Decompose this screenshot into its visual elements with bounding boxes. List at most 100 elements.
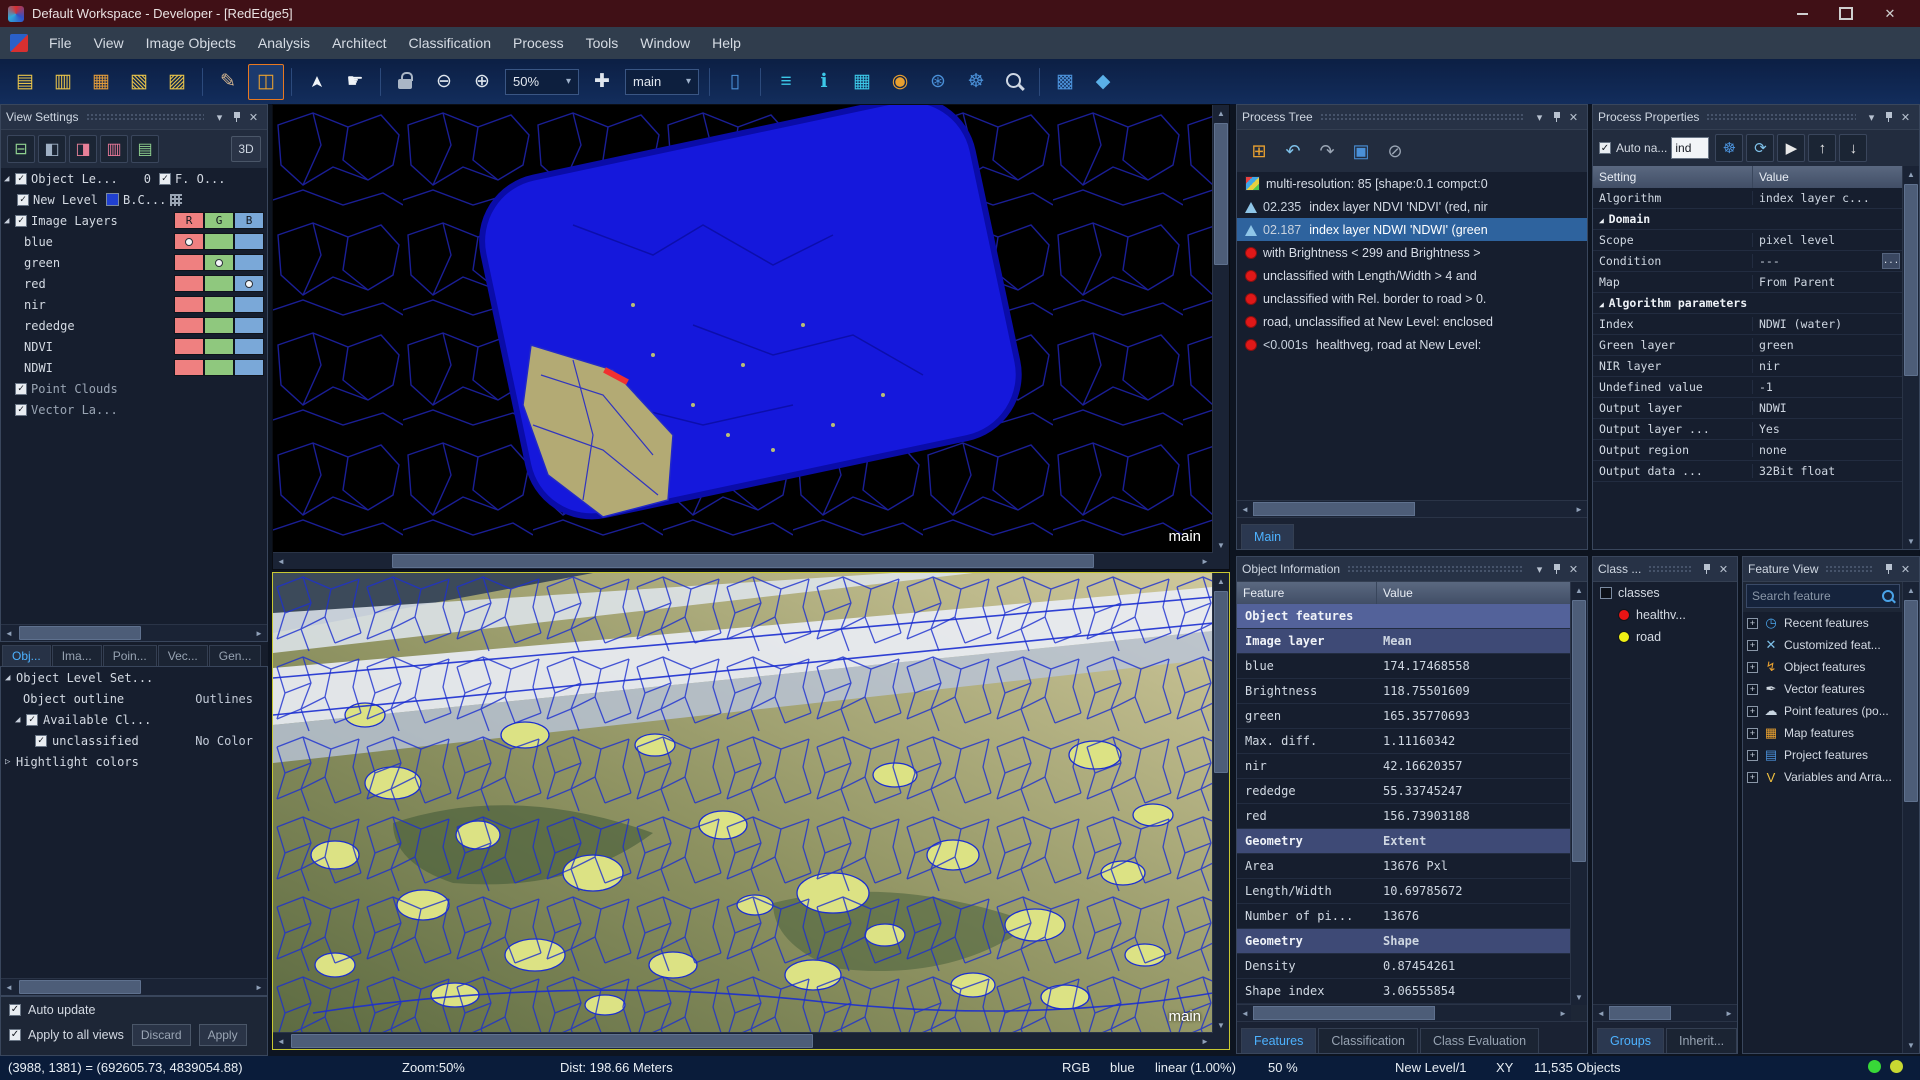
feature-group[interactable]: ▤ Project features bbox=[1743, 744, 1903, 766]
scroll-left-icon[interactable]: ◄ bbox=[1593, 1009, 1609, 1018]
feature-group[interactable]: ◷ Recent features bbox=[1743, 612, 1903, 634]
available-classes-row[interactable]: Available Cl... bbox=[1, 709, 267, 730]
image-layer-row[interactable]: red bbox=[1, 273, 267, 294]
menu-item-architect[interactable]: Architect bbox=[321, 29, 397, 57]
scroll-left-icon[interactable]: ◄ bbox=[1237, 505, 1253, 514]
object-feature-row[interactable]: red 156.73903188 bbox=[1237, 804, 1571, 829]
search-icon[interactable] bbox=[1880, 588, 1896, 604]
object-feature-row[interactable]: Geometry Shape bbox=[1237, 929, 1571, 954]
scroll-up-icon[interactable]: ▲ bbox=[1571, 582, 1587, 598]
apply-button[interactable]: Apply bbox=[199, 1024, 247, 1046]
scrollbar-thumb[interactable] bbox=[19, 980, 141, 994]
horizontal-scrollbar[interactable]: ◄ ► bbox=[1237, 500, 1587, 517]
scrollbar-thumb[interactable] bbox=[1904, 184, 1918, 376]
class-tab[interactable]: Inherit... bbox=[1666, 1028, 1737, 1053]
menu-item-tools[interactable]: Tools bbox=[575, 29, 630, 57]
scroll-down-icon[interactable]: ▼ bbox=[1903, 533, 1919, 549]
object-feature-row[interactable]: Geometry Extent bbox=[1237, 829, 1571, 854]
expand-plus-icon[interactable] bbox=[1747, 662, 1758, 673]
panel-close-icon[interactable] bbox=[245, 109, 262, 126]
map-canvas-top[interactable] bbox=[273, 105, 1213, 553]
compass-icon[interactable]: ◆ bbox=[1085, 64, 1121, 100]
expand-plus-icon[interactable] bbox=[1747, 728, 1758, 739]
scrollbar-thumb[interactable] bbox=[392, 554, 1094, 568]
info-tab[interactable]: Features bbox=[1241, 1028, 1316, 1053]
tab-main[interactable]: Main bbox=[1241, 524, 1294, 549]
image-layers-row[interactable]: Image Layers R G B bbox=[1, 210, 267, 231]
info-tab[interactable]: Classification bbox=[1318, 1028, 1418, 1053]
process-step[interactable]: with Brightness < 299 and Brightness > bbox=[1237, 241, 1587, 264]
dock-tab[interactable]: Obj... bbox=[2, 645, 51, 666]
panel-pin-icon[interactable] bbox=[1880, 109, 1897, 126]
scrollbar-thumb[interactable] bbox=[1214, 591, 1228, 773]
feature-group[interactable]: ✕ Customized feat... bbox=[1743, 634, 1903, 656]
menu-item-image-objects[interactable]: Image Objects bbox=[135, 29, 247, 57]
horizontal-scrollbar[interactable]: ◄ ► bbox=[1593, 1004, 1737, 1021]
property-row[interactable]: Undefined value -1 bbox=[1593, 377, 1903, 398]
scroll-right-icon[interactable]: ► bbox=[1197, 553, 1213, 569]
scroll-left-icon[interactable]: ◄ bbox=[1, 625, 17, 641]
property-row[interactable]: Algorithm parameters bbox=[1593, 293, 1903, 314]
feature-group[interactable]: ↯ Object features bbox=[1743, 656, 1903, 678]
vertical-scrollbar[interactable]: ▲ ▼ bbox=[1902, 582, 1919, 1053]
property-row[interactable]: Domain bbox=[1593, 209, 1903, 230]
unclassified-checkbox[interactable] bbox=[35, 735, 47, 747]
discard-button[interactable]: Discard bbox=[132, 1024, 191, 1046]
zoom-in-icon[interactable]: ⊕ bbox=[464, 64, 500, 100]
toolbar-separator[interactable] bbox=[760, 68, 761, 96]
menu-item-window[interactable]: Window bbox=[629, 29, 701, 57]
object-feature-row[interactable]: Density 0.87454261 bbox=[1237, 954, 1571, 979]
panel-pin-icon[interactable] bbox=[1880, 561, 1897, 578]
scrollbar-thumb[interactable] bbox=[1214, 123, 1228, 265]
panel-close-icon[interactable] bbox=[1897, 109, 1914, 126]
panel-close-icon[interactable] bbox=[1715, 561, 1732, 578]
scroll-down-icon[interactable]: ▼ bbox=[1903, 1037, 1919, 1053]
scroll-left-icon[interactable]: ◄ bbox=[273, 553, 289, 569]
move-down-icon[interactable]: ↓ bbox=[1839, 134, 1867, 162]
object-feature-row[interactable]: Max. diff. 1.11160342 bbox=[1237, 729, 1571, 754]
equalize-icon[interactable] bbox=[170, 194, 182, 206]
toolbar-separator[interactable] bbox=[709, 68, 710, 96]
unclassified-row[interactable]: unclassified No Color bbox=[1, 730, 267, 751]
property-row[interactable]: Index NDWI (water) bbox=[1593, 314, 1903, 335]
delete-process-icon[interactable]: ⊘ bbox=[1379, 135, 1411, 167]
object-levels-checkbox[interactable] bbox=[15, 173, 27, 185]
panel-menu-chevron-icon[interactable] bbox=[1531, 109, 1548, 126]
object-feature-row[interactable]: Number of pi... 13676 bbox=[1237, 904, 1571, 929]
toolbar-separator[interactable] bbox=[1039, 68, 1040, 96]
expand-plus-icon[interactable] bbox=[1747, 640, 1758, 651]
view-settings-icon[interactable]: ◫ bbox=[248, 64, 284, 100]
vector-layers-row[interactable]: Vector La... bbox=[1, 399, 267, 420]
available-classes-checkbox[interactable] bbox=[26, 714, 38, 726]
panel-close-icon[interactable] bbox=[1565, 561, 1582, 578]
expand-plus-icon[interactable] bbox=[1747, 772, 1758, 783]
dock-tab[interactable]: Gen... bbox=[209, 645, 262, 666]
object-feature-row[interactable]: green 165.35770693 bbox=[1237, 704, 1571, 729]
process-step[interactable]: 02.235 index layer NDVI 'NDVI' (red, nir bbox=[1237, 195, 1587, 218]
horizontal-scrollbar[interactable]: ◄ ► bbox=[1, 978, 267, 995]
expand-plus-icon[interactable] bbox=[1747, 706, 1758, 717]
scroll-up-icon[interactable]: ▲ bbox=[1213, 105, 1229, 121]
import-data-icon[interactable]: ▧ bbox=[121, 64, 157, 100]
image-layer-row[interactable]: rededge bbox=[1, 315, 267, 336]
object-feature-row[interactable]: Object features bbox=[1237, 604, 1571, 629]
image-layer-row[interactable]: blue bbox=[1, 231, 267, 252]
fo-checkbox[interactable] bbox=[159, 173, 171, 185]
zoom-window-icon[interactable] bbox=[996, 64, 1032, 100]
window-layout-icon[interactable]: ≡ bbox=[768, 64, 804, 100]
expand-plus-icon[interactable] bbox=[1747, 684, 1758, 695]
process-name-input[interactable] bbox=[1671, 137, 1709, 159]
object-feature-row[interactable]: blue 174.17468558 bbox=[1237, 654, 1571, 679]
navigate-icon[interactable]: ✚ bbox=[584, 64, 620, 100]
property-row[interactable]: Scope pixel level bbox=[1593, 230, 1903, 251]
process-step[interactable]: unclassified with Length/Width > 4 and bbox=[1237, 264, 1587, 287]
feature-view-toggle-icon[interactable]: ▦ bbox=[844, 64, 880, 100]
horizontal-scrollbar[interactable]: ◄ ► bbox=[1237, 1004, 1571, 1021]
object-feature-row[interactable]: Area 13676 Pxl bbox=[1237, 854, 1571, 879]
feature-search-input[interactable] bbox=[1747, 589, 1880, 603]
image-object-info-icon[interactable]: ℹ bbox=[806, 64, 842, 100]
menu-item-process[interactable]: Process bbox=[502, 29, 575, 57]
scrollbar-thumb[interactable] bbox=[291, 1034, 813, 1048]
scroll-left-icon[interactable]: ◄ bbox=[1, 979, 17, 995]
expander-icon[interactable] bbox=[5, 757, 16, 767]
